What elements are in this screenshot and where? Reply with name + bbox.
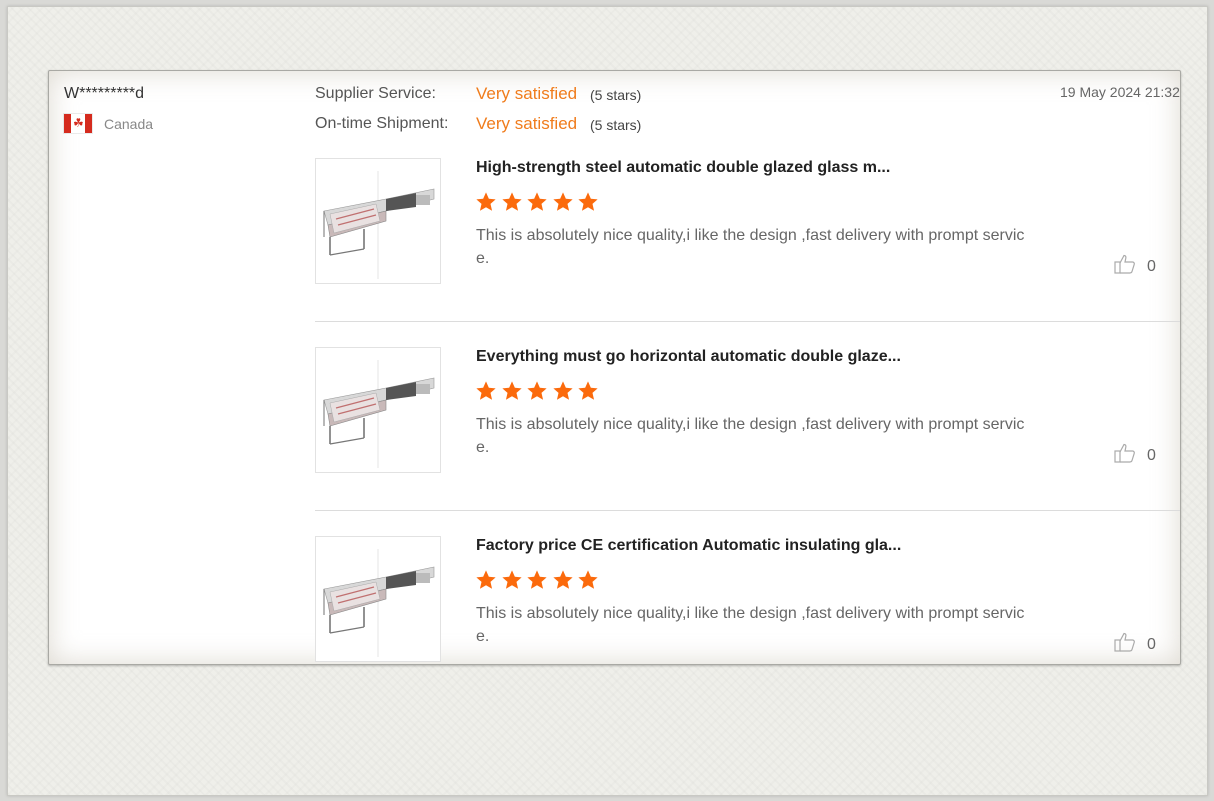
like-button[interactable]: 0 xyxy=(1113,441,1156,470)
star-icon xyxy=(476,381,496,400)
reviewer-country: ☘ Canada xyxy=(64,114,153,133)
star-icon xyxy=(527,570,547,589)
shipment-stars: (5 stars) xyxy=(590,117,642,133)
star-icon xyxy=(552,570,573,589)
shipment-label: On-time Shipment: xyxy=(315,115,449,132)
review-date: 19 May 2024 21:32 xyxy=(1060,84,1180,100)
product-thumbnail[interactable] xyxy=(315,158,441,284)
like-count: 0 xyxy=(1147,635,1156,653)
like-button[interactable]: 0 xyxy=(1113,630,1156,659)
star-icon xyxy=(552,192,573,211)
star-icon xyxy=(527,192,547,211)
product-review: Factory price CE certification Automatic… xyxy=(315,515,1180,664)
supplier-service-value: Very satisfied xyxy=(476,84,578,103)
product-title[interactable]: Factory price CE certification Automatic… xyxy=(476,537,901,555)
product-review: Everything must go horizontal automatic … xyxy=(315,326,1180,515)
review-text: This is absolutely nice quality,i like t… xyxy=(476,416,1025,456)
star-icon xyxy=(578,570,598,589)
star-rating xyxy=(475,569,603,591)
product-title[interactable]: High-strength steel automatic double gla… xyxy=(476,159,890,177)
star-icon xyxy=(578,381,598,400)
supplier-service-stars: (5 stars) xyxy=(590,87,642,103)
review-card: W*********d ☘ Canada Supplier Service: V… xyxy=(48,70,1181,665)
product-review: High-strength steel automatic double gla… xyxy=(315,137,1180,326)
canada-flag-icon: ☘ xyxy=(64,114,92,133)
thumbs-up-icon xyxy=(1113,630,1137,659)
like-count: 0 xyxy=(1147,446,1156,464)
country-name: Canada xyxy=(104,115,154,132)
shipment-value: Very satisfied xyxy=(476,114,578,133)
product-title[interactable]: Everything must go horizontal automatic … xyxy=(476,348,901,366)
thumbs-up-icon xyxy=(1113,441,1137,470)
review-text: This is absolutely nice quality,i like t… xyxy=(476,227,1025,267)
star-icon xyxy=(476,192,496,211)
like-button[interactable]: 0 xyxy=(1113,252,1156,281)
star-icon xyxy=(501,192,522,211)
star-icon xyxy=(501,570,522,589)
product-thumbnail[interactable] xyxy=(315,347,441,473)
product-thumbnail[interactable] xyxy=(315,536,441,662)
star-rating xyxy=(475,191,603,213)
review-divider xyxy=(315,321,1180,322)
star-icon xyxy=(578,192,598,211)
star-icon xyxy=(527,381,547,400)
star-icon xyxy=(552,381,573,400)
like-count: 0 xyxy=(1147,257,1156,275)
reviewer-name: W*********d xyxy=(64,85,145,102)
star-rating xyxy=(475,380,603,402)
star-icon xyxy=(476,570,496,589)
review-divider xyxy=(315,510,1180,511)
thumbs-up-icon xyxy=(1113,252,1137,281)
star-icon xyxy=(501,381,522,400)
review-text: This is absolutely nice quality,i like t… xyxy=(476,605,1025,645)
page-background: W*********d ☘ Canada Supplier Service: V… xyxy=(7,6,1208,796)
supplier-service-label: Supplier Service: xyxy=(315,85,436,102)
